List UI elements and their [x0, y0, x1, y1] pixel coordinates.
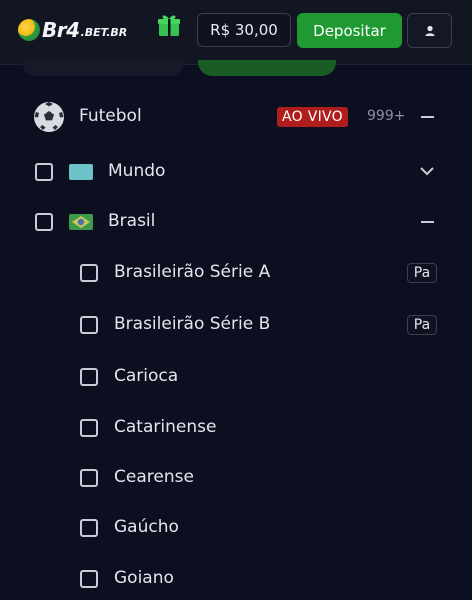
checkbox[interactable] [80, 469, 98, 487]
region-row-brasil[interactable]: Brasil [0, 210, 472, 234]
league-row[interactable]: Catarinense [0, 416, 472, 440]
league-label: Catarinense [114, 417, 217, 437]
logo-text: Br4 [42, 18, 80, 42]
league-label: Gaúcho [114, 517, 179, 537]
checkbox[interactable] [80, 264, 98, 282]
league-badge[interactable]: Pa [407, 263, 437, 283]
league-badge[interactable]: Pa [407, 315, 437, 335]
checkbox[interactable] [80, 316, 98, 334]
balance-display[interactable]: R$ 30,00 [197, 13, 291, 47]
brazil-flag-icon [69, 214, 93, 230]
league-row[interactable]: Gaúcho [0, 516, 472, 540]
top-bar: Br4 .BET.BR R$ 30,00 Depositar [0, 0, 472, 65]
checkbox[interactable] [80, 419, 98, 437]
region-label: Brasil [108, 211, 156, 231]
collapse-icon[interactable] [421, 221, 434, 223]
league-label: Brasileirão Série B [114, 314, 271, 334]
league-label: Goiano [114, 568, 174, 588]
region-label: Mundo [108, 161, 166, 181]
league-row[interactable]: Brasileirão Série B Pa [0, 313, 472, 337]
user-menu-button[interactable] [407, 13, 452, 48]
hidden-tab-right[interactable] [198, 60, 336, 76]
logo-suffix: .BET.BR [80, 25, 128, 39]
soccer-ball-icon [33, 101, 65, 133]
event-count: 999+ [367, 108, 406, 124]
region-row-mundo[interactable]: Mundo [0, 160, 472, 184]
chevron-down-icon[interactable] [420, 167, 434, 176]
checkbox[interactable] [35, 213, 53, 231]
world-flag-icon [69, 164, 93, 180]
sport-label: Futebol [79, 106, 142, 126]
deposit-button[interactable]: Depositar [297, 13, 402, 48]
checkbox[interactable] [80, 368, 98, 386]
checkbox[interactable] [80, 519, 98, 537]
user-icon [425, 25, 434, 36]
league-label: Carioca [114, 366, 179, 386]
league-row[interactable]: Brasileirão Série A Pa [0, 261, 472, 285]
league-row[interactable]: Carioca [0, 365, 472, 389]
logo[interactable]: Br4 .BET.BR [18, 18, 127, 42]
checkbox[interactable] [35, 163, 53, 181]
league-label: Cearense [114, 467, 194, 487]
hidden-tab-left[interactable] [22, 60, 184, 76]
league-label: Brasileirão Série A [114, 262, 271, 282]
league-row[interactable]: Cearense [0, 466, 472, 490]
collapse-icon[interactable] [421, 116, 434, 118]
live-badge: AO VIVO [277, 107, 348, 127]
league-row[interactable]: Goiano [0, 567, 472, 591]
gift-icon[interactable] [156, 12, 182, 38]
checkbox[interactable] [80, 570, 98, 588]
logo-ball-icon [18, 19, 40, 41]
sport-row-futebol[interactable]: Futebol AO VIVO 999+ [0, 100, 472, 134]
